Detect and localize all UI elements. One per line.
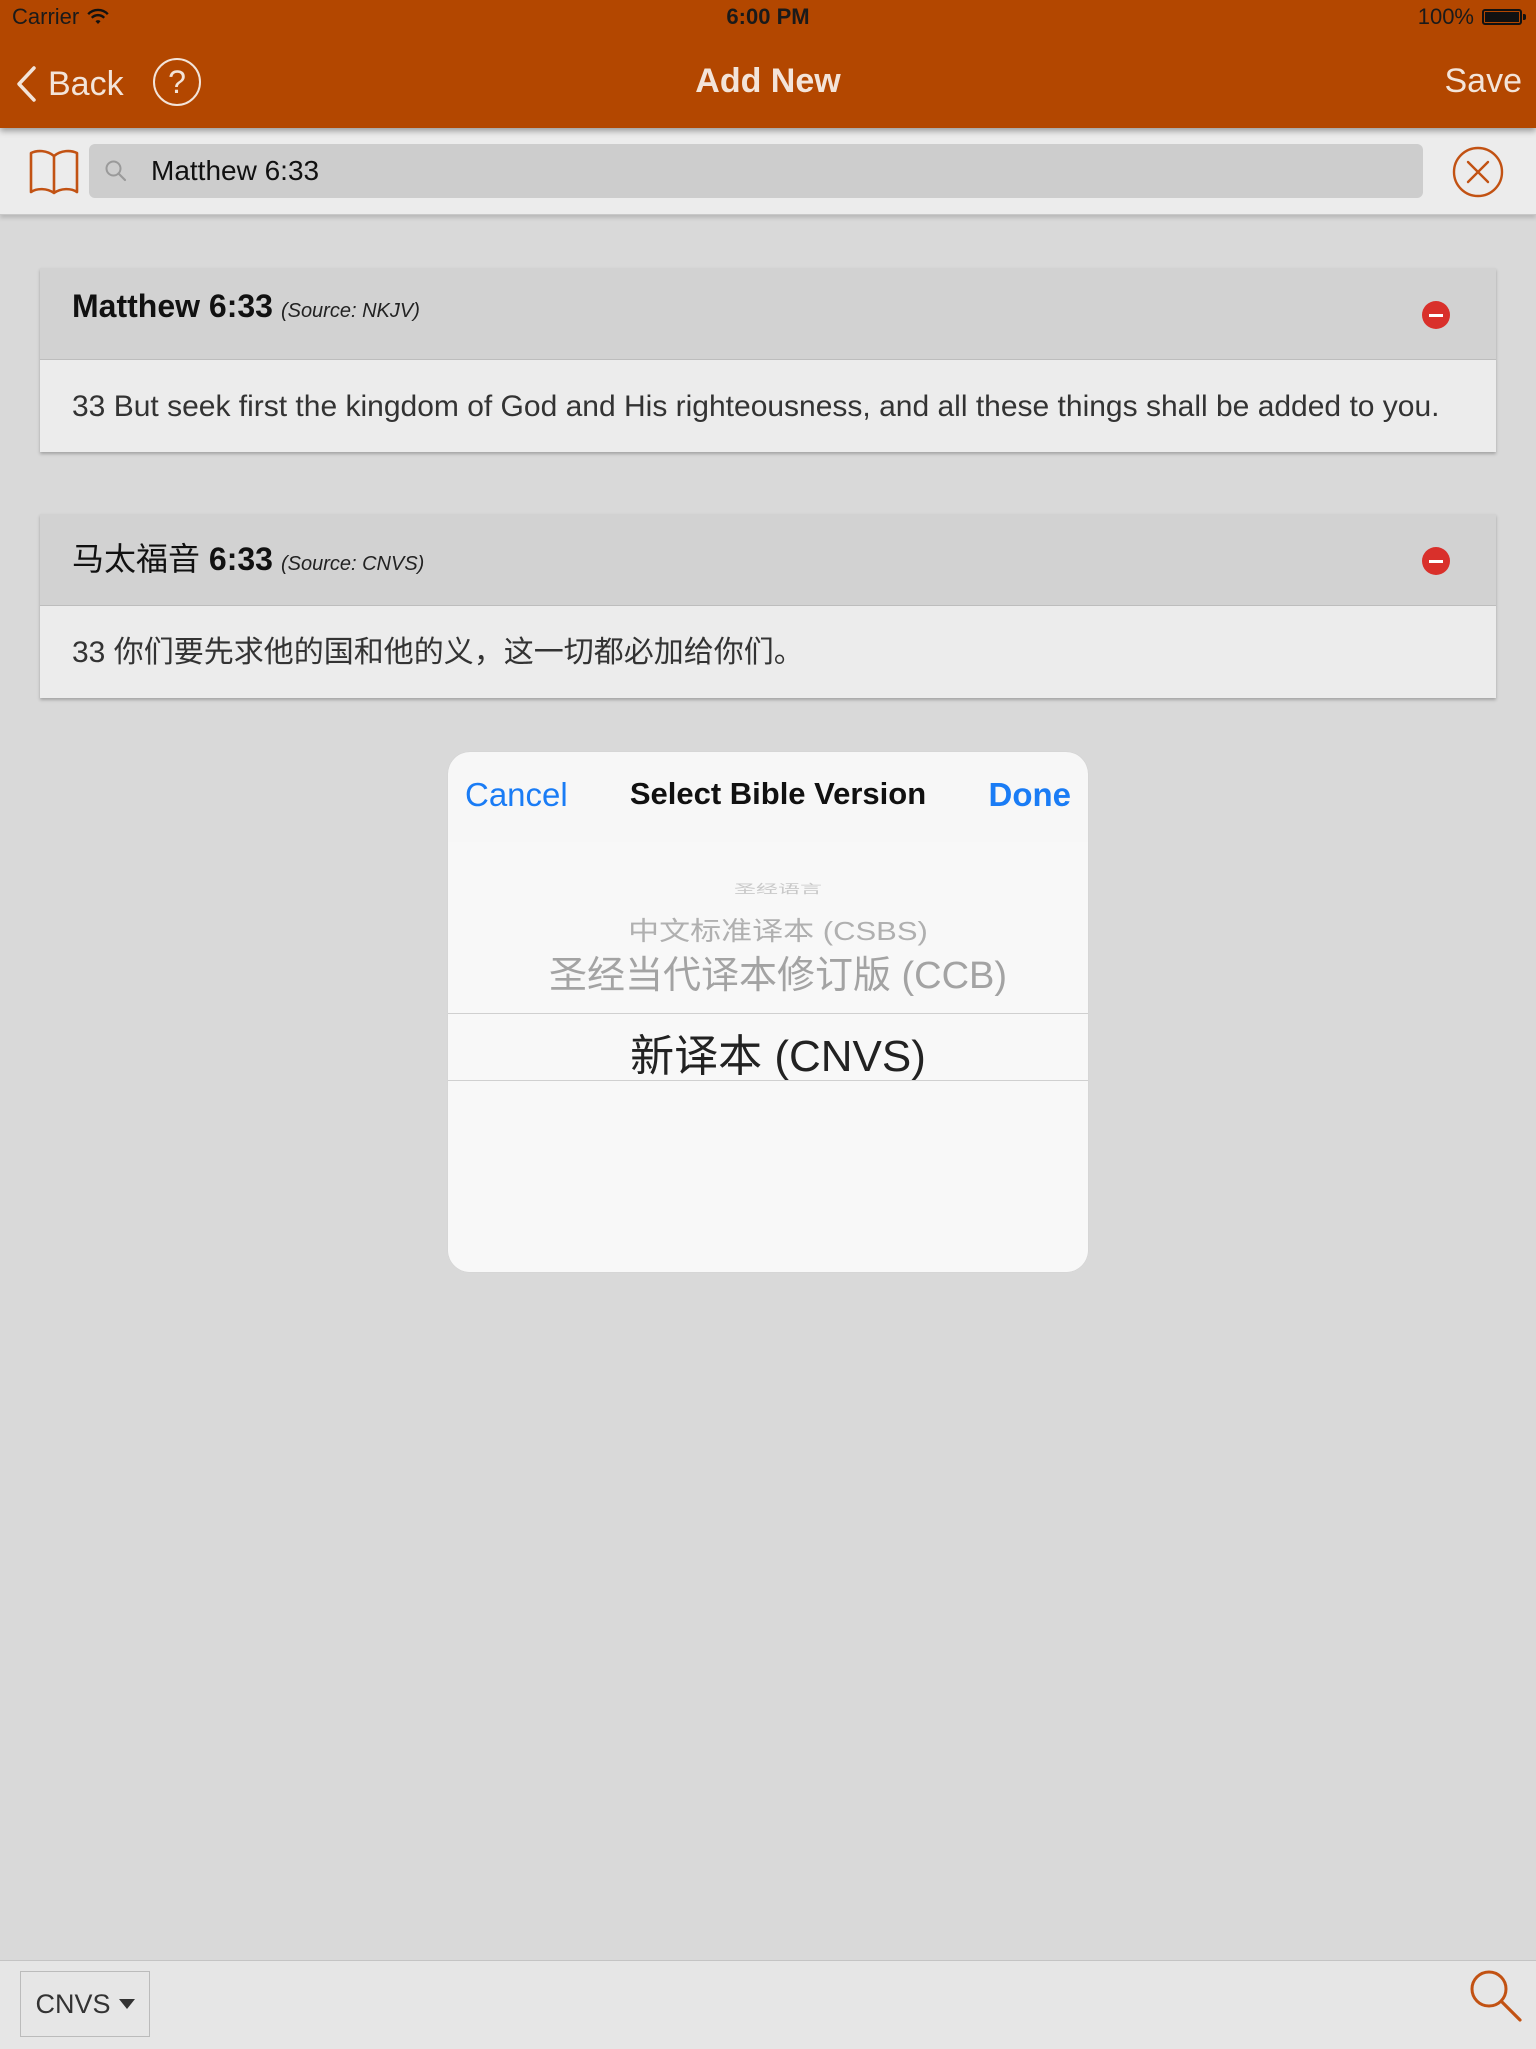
done-button[interactable]: Done (989, 776, 1072, 814)
picker-option[interactable]: 圣经语言 (448, 879, 1088, 897)
search-field[interactable] (89, 144, 1423, 198)
verse-reference-title: Matthew 6:33 (72, 288, 273, 324)
save-button[interactable]: Save (1445, 62, 1523, 101)
bible-version-picker-dialog: Cancel Select Bible Version Done 圣经语言 中文… (448, 752, 1088, 1272)
battery-percent: 100% (1417, 4, 1474, 29)
verse-source: (Source: NKJV) (280, 300, 420, 322)
verse-card-header: 马太福音 6:33 (Source: CNVS) (40, 514, 1496, 606)
verse-card: Matthew 6:33 (Source: NKJV) 33 But seek f… (40, 268, 1496, 452)
navigation-bar: Carrier 6:00 PM 100% Back ? Add New Save (0, 0, 1536, 128)
version-dropdown-button[interactable]: CNVS (20, 1971, 150, 2037)
caret-down-icon (118, 1999, 135, 2009)
verse-text: 33 你们要先求他的国和他的义，这一切都必加给你们。 (72, 636, 804, 669)
verse-source: (Source: CNVS) (280, 553, 425, 575)
picker-option-selected[interactable]: 新译本 (CNVS) (448, 1020, 1088, 1084)
version-label: CNVS (35, 1988, 111, 2019)
verse-reference: 马太福音 6:33 (Source: CNVS) (72, 534, 424, 580)
verse-card-header: Matthew 6:33 (Source: NKJV) (40, 268, 1496, 360)
verse-card: 马太福音 6:33 (Source: CNVS) 33 你们要先求他的国和他的义，… (40, 514, 1496, 698)
open-book-icon[interactable] (28, 146, 80, 196)
status-time: 6:00 PM (726, 4, 810, 29)
status-battery: 100% (1417, 4, 1526, 30)
battery-icon (1482, 9, 1526, 25)
bottom-toolbar: CNVS (0, 1960, 1536, 2049)
remove-verse-button[interactable] (1422, 301, 1450, 329)
version-picker-wheel[interactable]: 圣经语言 中文标准译本 (CSBS) 圣经当代译本修订版 (CCB) 新译本 (… (448, 842, 1088, 1272)
page-title: Add New (695, 62, 841, 100)
verse-reference: Matthew 6:33 (Source: NKJV) (72, 288, 420, 325)
verse-reference-title: 6:33 (208, 541, 273, 577)
remove-verse-button[interactable] (1422, 547, 1450, 575)
verse-book-name: 马太福音 (72, 541, 201, 577)
picker-option[interactable]: 中文标准译本 (CSBS) (448, 909, 1088, 947)
picker-option[interactable]: 圣经当代译本修订版 (CCB) (448, 944, 1088, 999)
verse-text: 33 But seek first the kingdom of God and… (72, 390, 1440, 423)
search-bar (0, 128, 1536, 215)
search-input[interactable] (149, 154, 1353, 188)
search-icon[interactable] (1466, 1966, 1524, 2024)
close-circle-icon[interactable] (1452, 146, 1504, 198)
search-icon (105, 160, 127, 182)
